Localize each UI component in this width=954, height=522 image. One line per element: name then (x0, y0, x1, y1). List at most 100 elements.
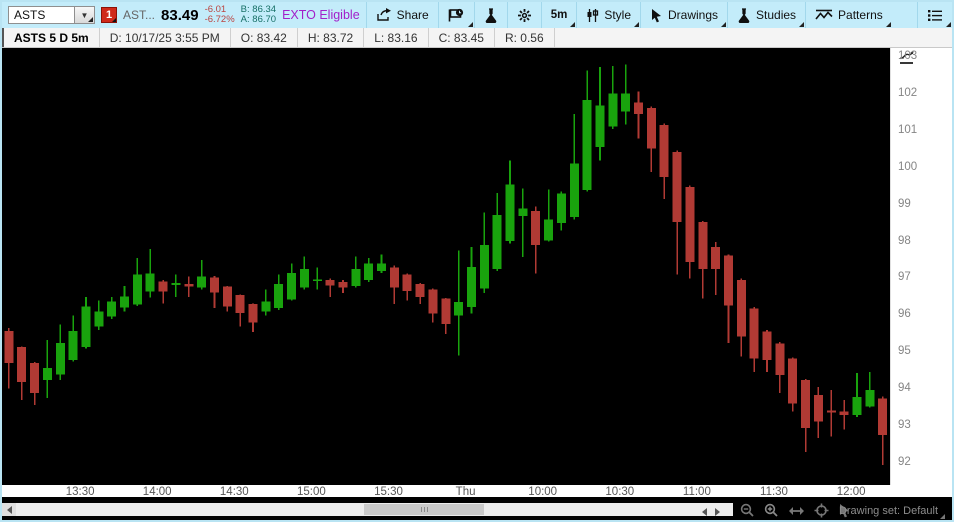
candle (608, 93, 618, 127)
patterns-button[interactable]: Patterns (805, 2, 892, 28)
candle (158, 281, 168, 292)
candle (94, 311, 104, 327)
chart-nav-icons (740, 501, 851, 520)
scrollbar-thumb[interactable] (364, 504, 484, 515)
candle (338, 282, 348, 288)
drawing-set-selector[interactable]: Drawing set: Default (839, 501, 946, 520)
drawings-label: Drawings (668, 8, 719, 22)
candle (145, 273, 155, 292)
candle (531, 211, 541, 246)
candle (42, 368, 52, 380)
candle (107, 301, 117, 317)
ask-value: A: 86.70 (240, 14, 277, 25)
candle (711, 247, 721, 269)
price-tick-label: 103 (898, 50, 918, 62)
chart-bottom-bar: Drawing set: Default (2, 501, 952, 520)
candle (492, 214, 502, 269)
time-tick-label: 15:30 (374, 486, 403, 498)
candle (685, 186, 695, 262)
style-label: Style (604, 8, 631, 22)
candle (518, 208, 528, 217)
ohlc-cell: C: 83.45 (429, 28, 495, 47)
time-tick-label: 11:30 (760, 486, 788, 498)
interval-button[interactable]: 5m (540, 2, 577, 28)
candle (595, 105, 605, 147)
chart-menu-button[interactable] (917, 2, 952, 28)
chart-scrollbar[interactable] (2, 503, 733, 516)
time-tick-label: 10:30 (605, 486, 635, 498)
candle (878, 398, 888, 435)
flag-clock-icon (448, 8, 465, 23)
zoom-in-icon[interactable] (764, 503, 779, 518)
style-button[interactable]: Style (576, 2, 640, 28)
scroll-left-button[interactable] (2, 503, 16, 516)
symbol-input[interactable]: ASTS (8, 6, 74, 24)
price-tick-label: 101 (898, 123, 918, 136)
price-tick-label: 99 (898, 197, 911, 210)
candlestick-svg (4, 64, 888, 466)
time-tick-label: Thu (455, 486, 476, 498)
candle (415, 283, 425, 297)
candle (209, 277, 219, 293)
flask-icon (484, 7, 498, 23)
candle (479, 245, 489, 289)
candle (775, 343, 785, 375)
candle (672, 151, 682, 222)
chart-settings-button[interactable] (506, 2, 541, 28)
studies-flask-icon (737, 7, 751, 23)
patterns-label: Patterns (838, 8, 883, 22)
candle (377, 263, 386, 271)
alerts-badge[interactable]: 1 (101, 7, 117, 23)
candle (402, 274, 412, 291)
exto-eligible-label[interactable]: EXTO Eligible (282, 8, 360, 22)
candle (274, 283, 284, 308)
quick-study-button[interactable] (473, 2, 507, 28)
candle (68, 330, 78, 360)
symbol-text: ASTS (14, 8, 46, 22)
trading-platform-window: ASTS ▼ 1 AST... 83.49 -6.01 -6.72% B: 86… (0, 0, 954, 522)
scroll-step-right-button[interactable] (715, 507, 720, 516)
time-tick-label: 10:00 (528, 486, 558, 498)
candle (132, 274, 142, 305)
candle (4, 330, 14, 363)
price-tick-label: 92 (898, 455, 911, 468)
candle (865, 389, 875, 407)
chart-symbol-summary: ASTS 5 D 5m (2, 28, 100, 47)
price-tick-label: 100 (898, 160, 918, 173)
scroll-step-left-button[interactable] (702, 507, 707, 516)
time-tick-label: 12:00 (836, 486, 866, 498)
candle (659, 124, 669, 177)
share-button[interactable]: Share (365, 2, 438, 28)
chart-toolbar: ASTS ▼ 1 AST... 83.49 -6.01 -6.72% B: 86… (2, 2, 952, 28)
zoom-out-icon[interactable] (740, 503, 755, 518)
candle (287, 272, 297, 300)
candlestick-chart[interactable] (2, 48, 890, 485)
candle (749, 308, 759, 359)
share-label: Share (396, 8, 429, 22)
candle (441, 298, 451, 324)
bid-ask: B: 86.34 A: 86.70 (241, 5, 276, 25)
candle (17, 347, 27, 383)
ohlc-cell: O: 83.42 (231, 28, 298, 47)
ohlc-cell: L: 83.16 (364, 28, 429, 47)
price-tick-label: 94 (898, 382, 911, 395)
time-axis[interactable]: 13:30 14:00 14:30 15:00 15:30 Thu 10:00 10:30 11… (2, 485, 952, 501)
candle (569, 163, 579, 218)
candle (325, 280, 335, 286)
candle (261, 301, 271, 312)
symbol-group: ASTS ▼ 1 AST... 83.49 -6.01 -6.72% B: 86… (2, 2, 366, 28)
symbol-dropdown-button[interactable]: ▼ (74, 6, 95, 24)
chart-region: 103 102 101 100 99 98 97 96 95 94 93 92 (2, 48, 952, 485)
chart-notes-button[interactable] (437, 2, 474, 28)
crosshair-icon[interactable] (814, 503, 829, 518)
candle (839, 411, 849, 415)
candle (81, 306, 91, 347)
candle (813, 395, 823, 422)
candle (505, 184, 515, 242)
ohlc-readout-bar: ASTS 5 D 5m D: 10/17/25 3:55 PM O: 83.42 H… (2, 28, 952, 48)
price-axis[interactable]: 103 102 101 100 99 98 97 96 95 94 93 92 (890, 48, 952, 485)
drawings-button[interactable]: Drawings (640, 2, 727, 28)
pan-horizontal-icon[interactable] (788, 505, 805, 517)
studies-button[interactable]: Studies (727, 2, 805, 28)
symbol-box: ASTS ▼ (8, 6, 95, 24)
